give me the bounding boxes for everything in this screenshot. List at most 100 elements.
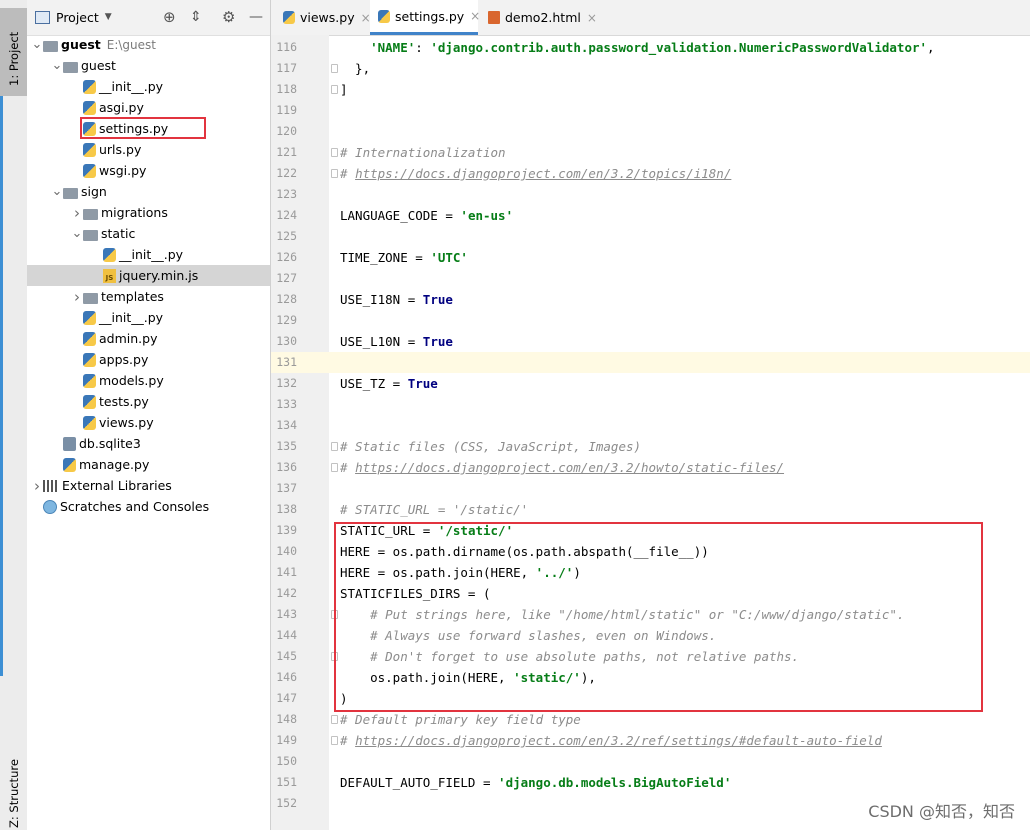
line-number: 124 xyxy=(276,208,297,222)
line-number: 146 xyxy=(276,670,297,684)
locate-file-button[interactable]: ⊕ xyxy=(163,8,176,26)
tree-item[interactable]: __init__.py xyxy=(27,244,270,265)
code-line[interactable]: 116 'NAME': 'django.contrib.auth.passwor… xyxy=(271,37,1030,58)
tree-item[interactable]: ⌄ sign xyxy=(27,181,270,202)
code-line[interactable]: 123 xyxy=(271,184,1030,205)
fold-marker-icon[interactable] xyxy=(331,736,338,745)
code-line[interactable]: 119 xyxy=(271,100,1030,121)
tree-item[interactable]: apps.py xyxy=(27,349,270,370)
code-line[interactable]: 117 }, xyxy=(271,58,1030,79)
code-line[interactable]: 126 TIME_ZONE = 'UTC' xyxy=(271,247,1030,268)
python-file-icon xyxy=(83,352,96,367)
chevron-down-icon[interactable]: ⌄ xyxy=(31,38,43,51)
chevron-right-icon[interactable]: › xyxy=(31,477,43,495)
line-number: 122 xyxy=(276,166,297,180)
hide-panel-button[interactable]: — xyxy=(249,8,263,26)
project-view-selector[interactable]: Project ▼ xyxy=(35,8,112,26)
line-number: 131 xyxy=(276,355,297,369)
tree-item-label: __init__.py xyxy=(99,79,164,94)
tree-item[interactable]: ⌄ static xyxy=(27,223,270,244)
chevron-right-icon[interactable]: › xyxy=(71,288,83,306)
code-line[interactable]: 130 USE_L10N = True xyxy=(271,331,1030,352)
fold-marker-icon[interactable] xyxy=(331,64,338,73)
fold-marker-icon[interactable] xyxy=(331,169,338,178)
tree-item[interactable]: ⌄ guest xyxy=(27,55,270,76)
structure-tool-tab[interactable]: Z: Structure xyxy=(0,752,27,830)
tree-item[interactable]: manage.py xyxy=(27,454,270,475)
tab-settings-py[interactable]: settings.py × xyxy=(370,0,480,35)
line-number: 136 xyxy=(276,460,297,474)
tree-item[interactable]: models.py xyxy=(27,370,270,391)
tree-item[interactable]: tests.py xyxy=(27,391,270,412)
code-line[interactable]: 135 # Static files (CSS, JavaScript, Imag… xyxy=(271,436,1030,457)
code-line[interactable]: 133 xyxy=(271,394,1030,415)
fold-marker-icon[interactable] xyxy=(331,715,338,724)
tree-item-label: static xyxy=(101,226,136,241)
code-line[interactable]: 134 xyxy=(271,415,1030,436)
tree-item[interactable]: › External Libraries xyxy=(27,475,270,496)
tree-item[interactable]: › migrations xyxy=(27,202,270,223)
tree-item[interactable]: admin.py xyxy=(27,328,270,349)
tree-item[interactable]: urls.py xyxy=(27,139,270,160)
fold-marker-icon[interactable] xyxy=(331,442,338,451)
fold-marker-icon[interactable] xyxy=(331,463,338,472)
tree-item[interactable]: asgi.py xyxy=(27,97,270,118)
scratches-icon xyxy=(43,499,57,514)
code-line[interactable]: 137 xyxy=(271,478,1030,499)
code-line[interactable]: 129 xyxy=(271,310,1030,331)
chevron-right-icon[interactable]: › xyxy=(71,204,83,222)
code-text: USE_TZ = True xyxy=(340,376,438,391)
tree-item-label: db.sqlite3 xyxy=(79,436,141,451)
tree-item[interactable]: views.py xyxy=(27,412,270,433)
line-number: 120 xyxy=(276,124,297,138)
code-line[interactable]: 132 USE_TZ = True xyxy=(271,373,1030,394)
line-number: 144 xyxy=(276,628,297,642)
code-line[interactable]: 122 # https://docs.djangoproject.com/en/3… xyxy=(271,163,1030,184)
code-line[interactable]: 128 USE_I18N = True xyxy=(271,289,1030,310)
code-line[interactable]: 151 DEFAULT_AUTO_FIELD = 'django.db.model… xyxy=(271,772,1030,793)
code-text: DEFAULT_AUTO_FIELD = 'django.db.models.B… xyxy=(340,775,732,790)
javascript-file-icon: JS xyxy=(103,268,116,283)
code-line[interactable]: 131 xyxy=(271,352,1030,373)
code-line[interactable]: 118] xyxy=(271,79,1030,100)
code-line[interactable]: 124 LANGUAGE_CODE = 'en-us' xyxy=(271,205,1030,226)
tab-views-py[interactable]: views.py × xyxy=(275,0,371,35)
code-line[interactable]: 136 # https://docs.djangoproject.com/en/3… xyxy=(271,457,1030,478)
tree-item[interactable]: Scratches and Consoles xyxy=(27,496,270,517)
chevron-down-icon[interactable]: ⌄ xyxy=(71,227,83,240)
chevron-down-icon[interactable]: ⌄ xyxy=(51,59,63,72)
settings-button[interactable]: ⚙ xyxy=(222,8,235,26)
tool-window-strip: 1: Project Z: Structure xyxy=(0,0,28,830)
chevron-down-icon[interactable]: ⌄ xyxy=(51,185,63,198)
code-line[interactable]: 148 # Default primary key field type xyxy=(271,709,1030,730)
code-line[interactable]: 138 # STATIC_URL = '/static/' xyxy=(271,499,1030,520)
tree-item[interactable]: __init__.py xyxy=(27,76,270,97)
library-icon xyxy=(43,479,59,492)
tree-item[interactable]: › templates xyxy=(27,286,270,307)
code-line[interactable]: 125 xyxy=(271,226,1030,247)
tree-item-label: Scratches and Consoles xyxy=(60,499,210,514)
line-number: 125 xyxy=(276,229,297,243)
code-line[interactable]: 127 xyxy=(271,268,1030,289)
tab-label: views.py xyxy=(300,10,355,25)
code-line[interactable]: 150 xyxy=(271,751,1030,772)
close-icon[interactable]: × xyxy=(587,11,597,25)
close-icon[interactable]: × xyxy=(470,9,480,23)
code-line[interactable]: 149 # https://docs.djangoproject.com/en/3… xyxy=(271,730,1030,751)
line-number: 150 xyxy=(276,754,297,768)
code-line[interactable]: 121 # Internationalization xyxy=(271,142,1030,163)
project-window-icon xyxy=(35,10,50,24)
fold-marker-icon[interactable] xyxy=(331,148,338,157)
project-tool-tab[interactable]: 1: Project xyxy=(0,8,27,96)
tree-item[interactable]: ⌄ guest E:\guest xyxy=(27,34,270,55)
tab-demo2-html[interactable]: demo2.html × xyxy=(480,0,598,35)
fold-marker-icon[interactable] xyxy=(331,85,338,94)
collapse-all-button[interactable]: ⇕ xyxy=(190,8,202,26)
tree-item[interactable]: __init__.py xyxy=(27,307,270,328)
tree-item[interactable]: wsgi.py xyxy=(27,160,270,181)
tree-item-label: models.py xyxy=(99,373,164,388)
code-line[interactable]: 120 xyxy=(271,121,1030,142)
tree-item[interactable]: JS jquery.min.js xyxy=(27,265,270,286)
tree-item[interactable]: db.sqlite3 xyxy=(27,433,270,454)
tree-item-label: urls.py xyxy=(99,142,142,157)
